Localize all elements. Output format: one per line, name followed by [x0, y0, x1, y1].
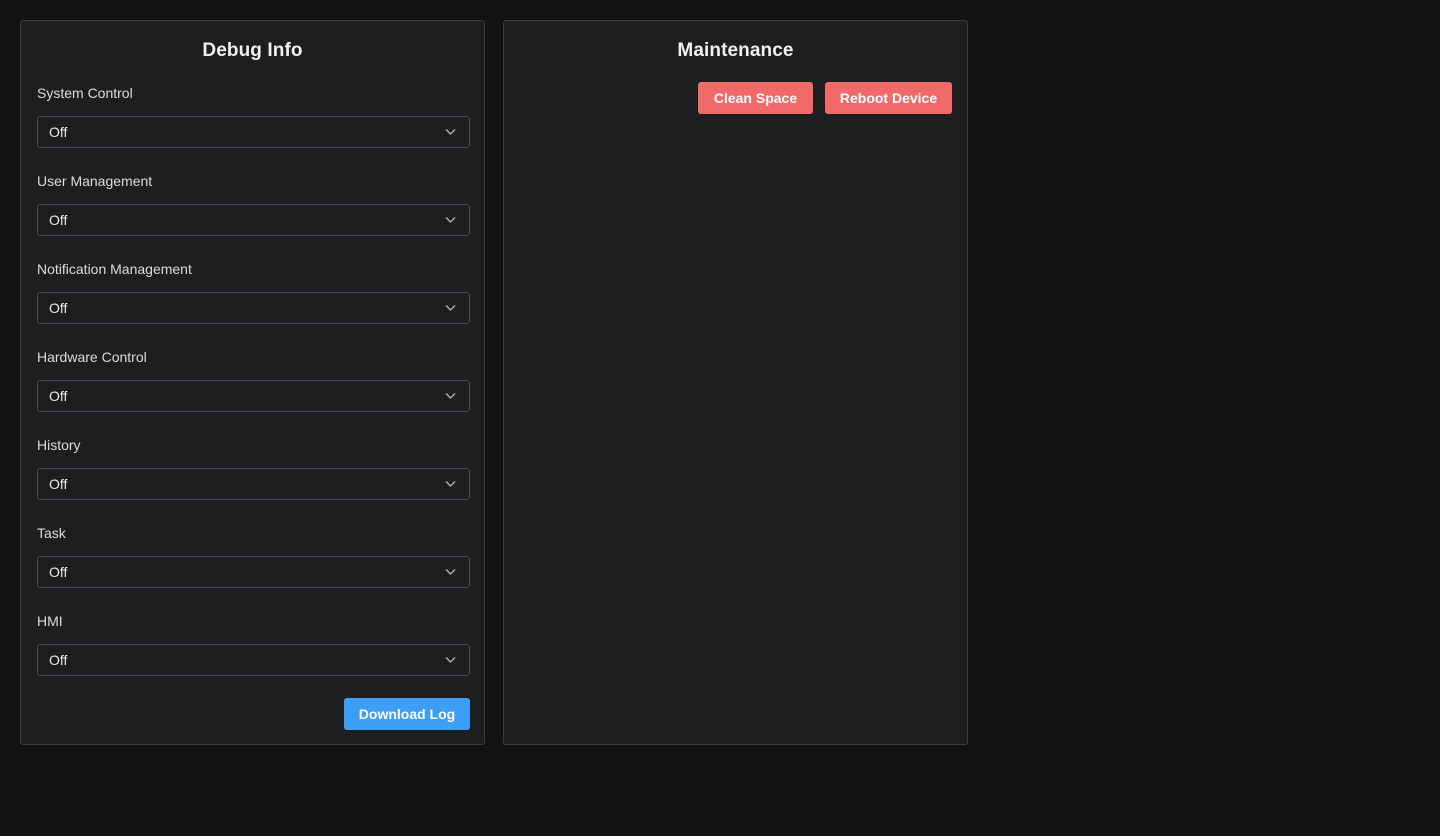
history-select[interactable]: Off	[37, 468, 470, 500]
user-management-value: Off	[49, 212, 68, 228]
chevron-down-icon	[445, 569, 456, 575]
task-select[interactable]: Off	[37, 556, 470, 588]
clean-space-button[interactable]: Clean Space	[698, 82, 813, 114]
hardware-control-select[interactable]: Off	[37, 380, 470, 412]
hardware-control-label: Hardware Control	[37, 349, 147, 365]
user-management-label: User Management	[37, 173, 153, 189]
task-label: Task	[37, 525, 66, 541]
notification-management-value: Off	[49, 300, 68, 316]
hardware-control-value: Off	[49, 388, 68, 404]
notification-management-label: Notification Management	[37, 261, 192, 277]
reboot-device-button[interactable]: Reboot Device	[825, 82, 952, 114]
chevron-down-icon	[445, 217, 456, 223]
hmi-value: Off	[49, 652, 68, 668]
task-value: Off	[49, 564, 68, 580]
system-control-label: System Control	[37, 85, 133, 101]
system-control-select[interactable]: Off	[37, 116, 470, 148]
notification-management-select[interactable]: Off	[37, 292, 470, 324]
hmi-label: HMI	[37, 613, 63, 629]
hmi-select[interactable]: Off	[37, 644, 470, 676]
system-control-value: Off	[49, 124, 68, 140]
maintenance-panel: Maintenance Clean Space Reboot Device	[503, 20, 968, 745]
chevron-down-icon	[445, 657, 456, 663]
chevron-down-icon	[445, 305, 456, 311]
debug-info-title: Debug Info	[202, 40, 303, 61]
chevron-down-icon	[445, 129, 456, 135]
history-label: History	[37, 437, 81, 453]
chevron-down-icon	[445, 481, 456, 487]
maintenance-title: Maintenance	[677, 40, 794, 61]
debug-info-panel: Debug Info System Control Off User Manag…	[20, 20, 485, 745]
user-management-select[interactable]: Off	[37, 204, 470, 236]
download-log-button[interactable]: Download Log	[344, 698, 470, 730]
history-value: Off	[49, 476, 68, 492]
chevron-down-icon	[445, 393, 456, 399]
